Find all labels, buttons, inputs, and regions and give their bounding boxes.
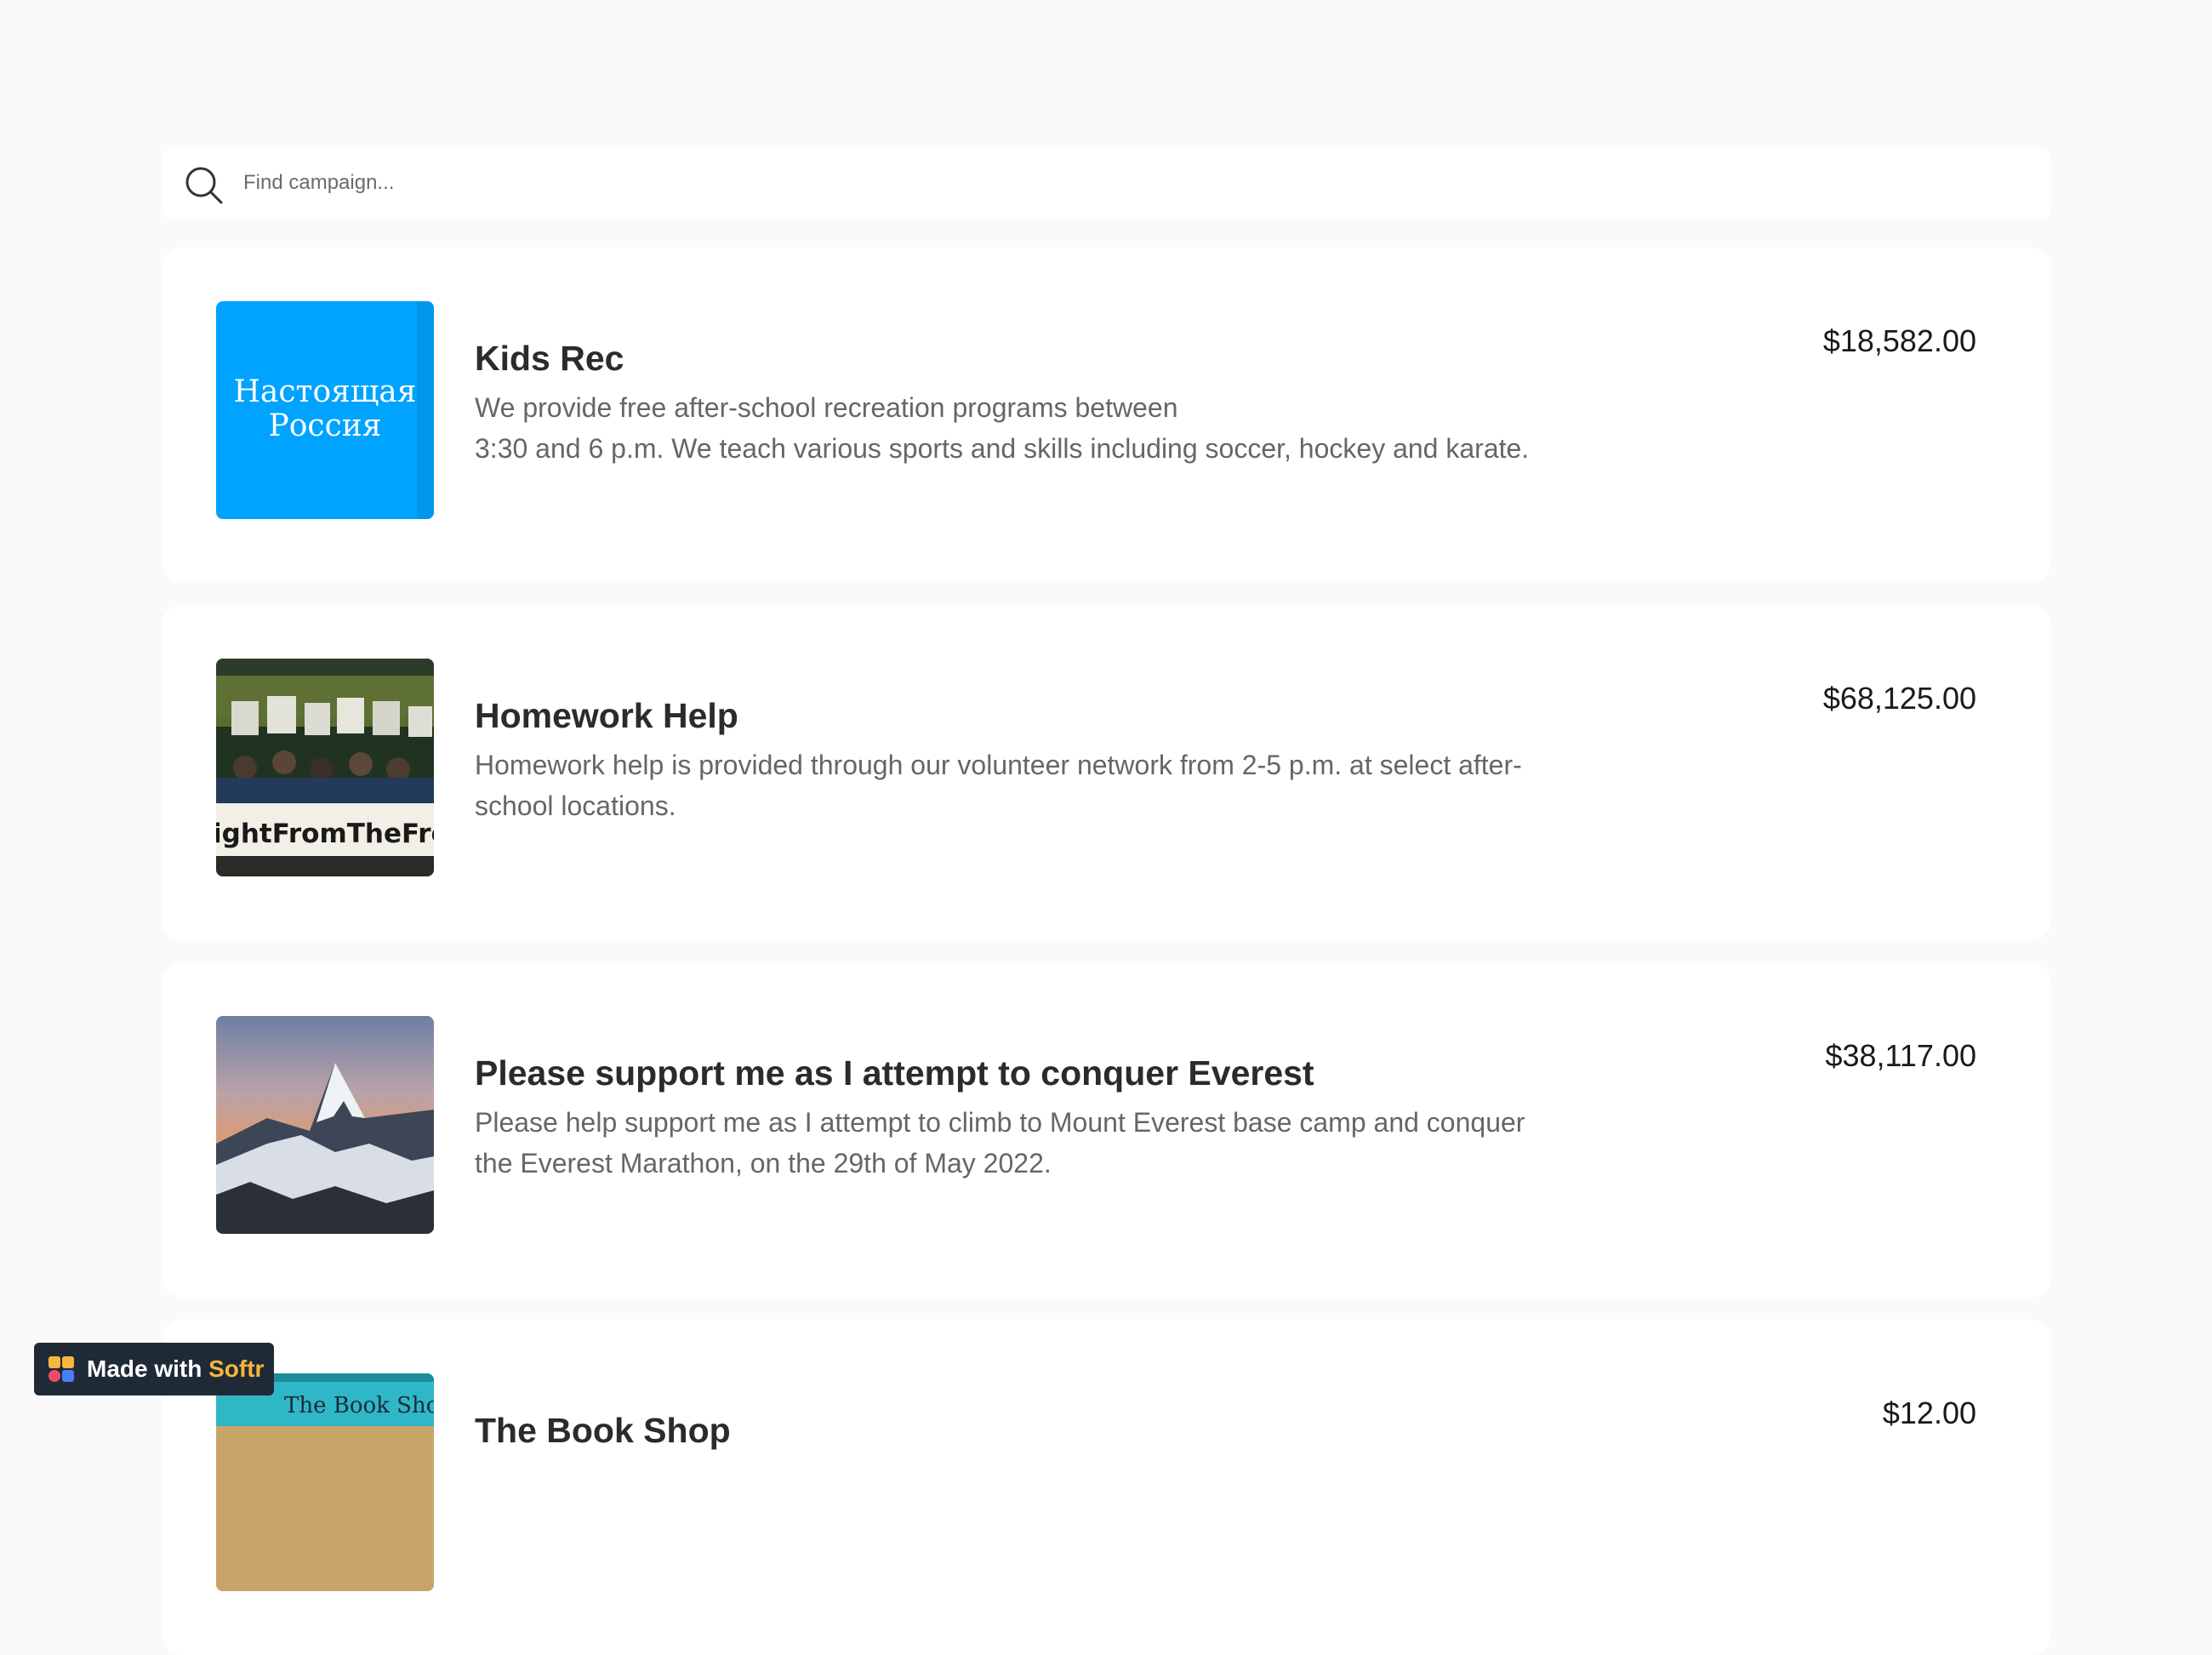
campaign-amount: $38,117.00 [1825, 1038, 1976, 1073]
campaign-image: Настоящая Россия [216, 301, 434, 519]
description-line: We provide free after-school recreation … [475, 392, 1178, 423]
sign-text: The Book Shop [284, 1393, 434, 1418]
campaign-image: ightFromTheFron [216, 659, 434, 876]
campaign-search-bar [162, 147, 2051, 219]
campaign-description: Homework help is provided through our vo… [475, 745, 1615, 826]
protest-photo: ightFromTheFron [216, 659, 434, 876]
search-input[interactable] [243, 159, 2030, 207]
search-icon [185, 167, 223, 204]
campaign-card-everest[interactable]: Please support me as I attempt to conque… [162, 962, 2051, 1298]
banner-text: ightFromTheFron [216, 819, 434, 849]
badge-label: Made with Softr [87, 1355, 264, 1383]
bookshop-photo: The Book Shop [216, 1373, 434, 1591]
campaign-amount: $12.00 [1882, 1395, 1976, 1430]
softr-logo-icon [48, 1356, 74, 1382]
description-line: school locations. [475, 790, 676, 821]
description-line: Homework help is provided through our vo… [475, 750, 1522, 780]
campaign-amount: $18,582.00 [1822, 323, 1976, 358]
badge-brand: Softr [208, 1355, 265, 1382]
description-line: 3:30 and 6 p.m. We teach various sports … [475, 433, 1530, 464]
description-line: the Everest Marathon, on the 29th of May… [475, 1148, 1052, 1178]
poster-image: Настоящая Россия [216, 301, 434, 519]
mountain-photo [216, 1016, 434, 1234]
campaign-description: We provide free after-school recreation … [475, 387, 1615, 469]
poster-text-line: Россия [269, 408, 382, 443]
campaign-title: The Book Shop [475, 1411, 731, 1450]
campaign-image: The Book Shop [216, 1373, 434, 1591]
campaign-amount: $68,125.00 [1822, 681, 1976, 716]
campaign-description: Please help support me as I attempt to c… [475, 1102, 1615, 1184]
campaign-card-book-shop[interactable]: The Book Shop The Book Shop $12.00 [162, 1320, 2051, 1655]
campaign-title: Homework Help [475, 696, 738, 735]
campaign-card-kids-rec[interactable]: Настоящая Россия Kids Rec We provide fre… [162, 248, 2051, 583]
description-line: Please help support me as I attempt to c… [475, 1107, 1525, 1138]
campaign-title: Please support me as I attempt to conque… [475, 1053, 1314, 1093]
poster-text-line: Настоящая [234, 374, 417, 409]
campaign-title: Kids Rec [475, 339, 624, 378]
made-with-softr-badge[interactable]: Made with Softr [34, 1343, 274, 1395]
campaign-card-homework-help[interactable]: ightFromTheFron Homework Help Homework h… [162, 605, 2051, 940]
badge-prefix: Made with [87, 1355, 202, 1382]
campaign-image [216, 1016, 434, 1234]
